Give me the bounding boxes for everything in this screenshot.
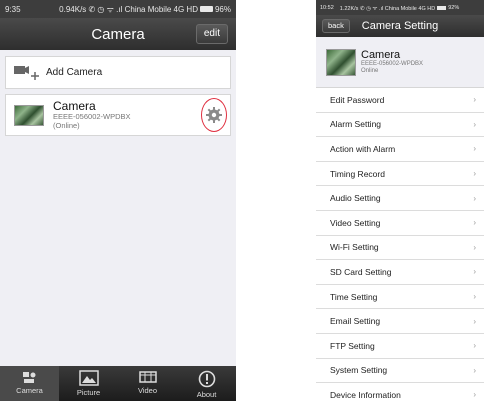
setting-label: System Setting <box>330 365 388 376</box>
setting-label: Email Setting <box>330 316 381 327</box>
picture-icon <box>78 370 99 386</box>
page-title: Camera Setting <box>361 20 439 32</box>
camera-list-item[interactable]: Camera EEEE-056002-WPDBX (Online) <box>5 94 231 136</box>
tab-about[interactable]: About <box>177 366 236 401</box>
bottom-tab-bar: Camera Picture Video About <box>0 366 236 401</box>
setting-action-with-alarm[interactable]: Action with Alarm › <box>316 137 484 162</box>
setting-label: Alarm Setting <box>330 119 382 130</box>
setting-device-information[interactable]: Device Information › <box>316 383 484 401</box>
setting-edit-password[interactable]: Edit Password › <box>316 88 484 113</box>
battery-icon <box>437 5 447 10</box>
chevron-right-icon: › <box>473 218 476 228</box>
setting-video[interactable]: Video Setting › <box>316 211 484 236</box>
back-button[interactable]: back <box>322 19 350 33</box>
setting-ftp[interactable]: FTP Setting › <box>316 334 484 359</box>
setting-time[interactable]: Time Setting › <box>316 285 484 310</box>
add-camera-icon <box>14 65 39 80</box>
setting-label: Wi-Fi Setting <box>330 242 379 253</box>
setting-label: Video Setting <box>330 217 381 228</box>
setting-sd-card[interactable]: SD Card Setting › <box>316 260 484 285</box>
chevron-right-icon: › <box>473 292 476 302</box>
camera-icon <box>22 372 35 383</box>
chevron-right-icon: › <box>473 169 476 179</box>
edit-button[interactable]: edit <box>195 24 228 44</box>
setting-label: Audio Setting <box>330 193 381 204</box>
tab-label: Video <box>137 386 158 395</box>
video-icon <box>138 371 157 383</box>
status-info: 0.94K/s ✆ ◷ ᯤ .ıl China Mobile 4G HD <box>59 4 198 14</box>
tab-picture[interactable]: Picture <box>59 366 118 401</box>
setting-label: Time Setting <box>330 291 378 302</box>
about-icon <box>198 370 215 388</box>
status-time: 9:35 <box>5 4 21 14</box>
chevron-right-icon: › <box>473 144 476 154</box>
camera-status: Online <box>361 68 379 75</box>
battery-level: 92% <box>448 4 460 11</box>
status-bar: 10:52 1.22K/s ✆ ◷ ᯤ .ıl China Mobile 4G … <box>316 0 484 15</box>
battery-level: 96% <box>214 4 231 14</box>
camera-list-screen: 9:35 0.94K/s ✆ ◷ ᯤ .ıl China Mobile 4G H… <box>0 0 236 401</box>
chevron-right-icon: › <box>473 267 476 277</box>
settings-list: Edit Password › Alarm Setting › Action wit… <box>316 87 484 401</box>
tab-camera[interactable]: Camera <box>0 366 59 401</box>
chevron-right-icon: › <box>473 341 476 351</box>
chevron-right-icon: › <box>473 390 476 400</box>
status-info: 1.22K/s ✆ ◷ ᯤ .ıl China Mobile 4G HD <box>339 5 436 12</box>
battery-icon <box>199 6 213 12</box>
tab-label: Picture <box>76 388 101 397</box>
camera-name: Camera <box>361 49 401 62</box>
camera-thumbnail <box>326 48 356 76</box>
chevron-right-icon: › <box>473 365 476 375</box>
status-time: 10:52 <box>320 4 334 11</box>
gear-icon <box>206 107 222 123</box>
camera-setting-screen: 10:52 1.22K/s ✆ ◷ ᯤ .ıl China Mobile 4G … <box>316 0 484 401</box>
setting-alarm[interactable]: Alarm Setting › <box>316 113 484 138</box>
chevron-right-icon: › <box>473 193 476 203</box>
add-camera-label: Add Camera <box>46 67 103 78</box>
setting-audio[interactable]: Audio Setting › <box>316 186 484 211</box>
camera-id: EEEE-056002-WPDBX <box>361 61 424 68</box>
chevron-right-icon: › <box>473 95 476 105</box>
setting-wifi[interactable]: Wi-Fi Setting › <box>316 236 484 261</box>
setting-timing-record[interactable]: Timing Record › <box>316 162 484 187</box>
setting-label: Device Information <box>330 389 401 400</box>
camera-settings-button[interactable] <box>201 98 227 132</box>
nav-bar: Camera edit <box>0 18 236 50</box>
setting-label: Action with Alarm <box>330 143 396 154</box>
setting-system[interactable]: System Setting › <box>316 359 484 384</box>
camera-header: Camera EEEE-056002-WPDBX Online <box>316 37 484 87</box>
chevron-right-icon: › <box>473 316 476 326</box>
setting-email[interactable]: Email Setting › <box>316 309 484 334</box>
page-title: Camera <box>91 25 145 43</box>
setting-label: FTP Setting <box>330 340 375 351</box>
setting-label: Timing Record <box>330 168 385 179</box>
camera-status: (Online) <box>53 120 80 130</box>
setting-label: SD Card Setting <box>330 266 392 277</box>
camera-thumbnail <box>14 104 44 126</box>
tab-label: Camera <box>16 386 43 395</box>
chevron-right-icon: › <box>473 119 476 129</box>
chevron-right-icon: › <box>473 242 476 252</box>
nav-bar: back Camera Setting <box>316 15 484 37</box>
add-camera-button[interactable]: Add Camera <box>5 56 231 89</box>
setting-label: Edit Password <box>330 94 385 105</box>
status-bar: 9:35 0.94K/s ✆ ◷ ᯤ .ıl China Mobile 4G H… <box>0 0 236 18</box>
tab-video[interactable]: Video <box>118 366 177 401</box>
tab-label: About <box>196 390 217 399</box>
